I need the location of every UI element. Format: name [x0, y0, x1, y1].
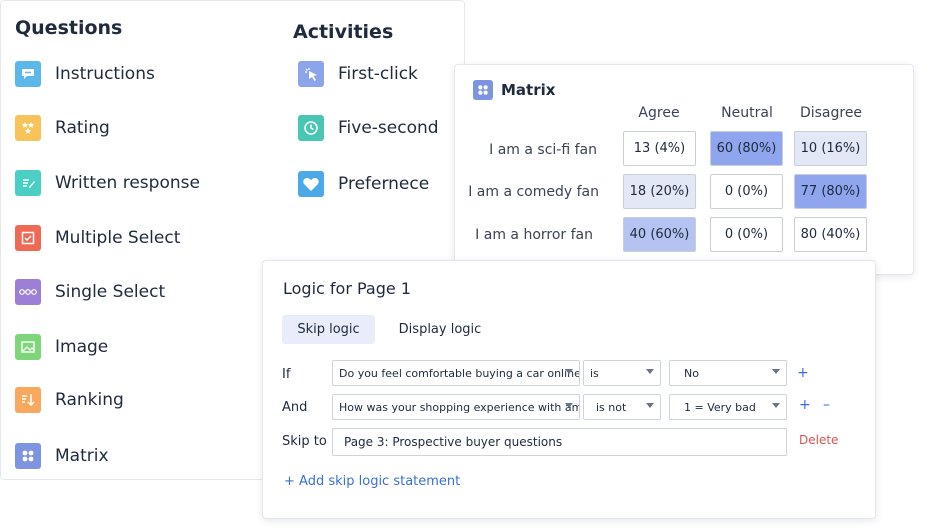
operator-select-value: is not	[596, 400, 627, 414]
matrix-title: Matrix	[501, 81, 556, 99]
answer-select[interactable]: 1 = Very bad	[669, 394, 787, 420]
chevron-down-icon	[772, 369, 780, 374]
matrix-cell: 13 (4%)	[623, 131, 696, 166]
tab-display-logic[interactable]: Display logic	[387, 315, 493, 344]
image-icon	[15, 334, 41, 360]
grid-icon	[473, 80, 493, 100]
matrix-cell: 0 (0%)	[710, 217, 783, 252]
question-type-label: Matrix	[55, 446, 109, 466]
heart-icon	[298, 171, 324, 197]
operator-select[interactable]: is not	[583, 394, 661, 420]
question-type-ranking[interactable]: Ranking	[15, 387, 124, 413]
cursor-click-icon	[298, 61, 324, 87]
question-type-label: Ranking	[55, 390, 124, 410]
skip-to-label: Skip to	[282, 434, 327, 449]
add-condition-button[interactable]: +	[799, 397, 811, 413]
activity-five-second[interactable]: Five-second	[298, 115, 439, 141]
operator-select-value: is	[590, 366, 599, 380]
matrix-column-header: Disagree	[799, 105, 863, 121]
question-type-single-select[interactable]: Single Select	[15, 279, 165, 305]
grid-icon	[15, 443, 41, 469]
matrix-row-label: I am a sci-fi fan	[489, 142, 597, 158]
sort-down-icon	[15, 387, 41, 413]
question-type-label: Multiple Select	[55, 228, 181, 248]
condition-label: If	[282, 367, 291, 382]
matrix-results-card: Matrix Agree Neutral Disagree I am a sci…	[454, 64, 914, 275]
question-type-label: Image	[55, 337, 109, 357]
matrix-cell: 80 (40%)	[794, 217, 867, 252]
chevron-down-icon	[565, 403, 573, 408]
add-condition-button[interactable]: +	[797, 365, 809, 381]
activity-preference[interactable]: Prefernece	[298, 171, 429, 197]
matrix-cell: 18 (20%)	[623, 174, 696, 209]
tab-skip-logic[interactable]: Skip logic	[282, 315, 375, 344]
chevron-down-icon	[565, 369, 573, 374]
activity-label: Prefernece	[338, 174, 430, 194]
answer-select[interactable]: No	[669, 360, 787, 386]
add-skip-logic-button[interactable]: + Add skip logic statement	[284, 474, 460, 489]
question-type-image[interactable]: Image	[15, 334, 108, 360]
question-type-instructions[interactable]: Instructions	[15, 61, 155, 87]
matrix-cell: 77 (80%)	[794, 174, 867, 209]
activity-label: First-click	[338, 64, 418, 84]
operator-select[interactable]: is	[583, 360, 661, 386]
question-type-multiple-select[interactable]: Multiple Select	[15, 225, 180, 251]
activities-heading: Activities	[293, 21, 394, 43]
matrix-header: Matrix	[473, 80, 555, 100]
skip-target-select[interactable]: Page 3: Prospective buyer questions	[332, 428, 787, 456]
star-icon	[15, 115, 41, 141]
question-type-label: Single Select	[55, 282, 166, 302]
pencil-icon	[15, 170, 41, 196]
matrix-row-label: I am a horror fan	[475, 227, 593, 243]
matrix-cell: 40 (60%)	[623, 217, 696, 252]
matrix-row-label: I am a comedy fan	[468, 184, 599, 200]
matrix-cell: 10 (16%)	[794, 131, 867, 166]
question-select-value: Do you feel comfortable buying a car onl…	[339, 366, 580, 380]
questions-heading: Questions	[15, 17, 123, 39]
chevron-down-icon	[646, 403, 654, 408]
question-type-label: Rating	[55, 118, 110, 138]
delete-button[interactable]: Delete	[799, 433, 838, 447]
activity-first-click[interactable]: First-click	[298, 61, 418, 87]
logic-panel: Logic for Page 1 Skip logic Display logi…	[262, 260, 876, 519]
matrix-cell: 60 (80%)	[710, 131, 783, 166]
chevron-down-icon	[772, 403, 780, 408]
question-select-value: How was your shopping experience with am	[339, 400, 580, 414]
condition-label: And	[282, 400, 308, 415]
matrix-column-header: Neutral	[721, 105, 773, 121]
checkbox-icon	[15, 225, 41, 251]
remove-condition-button[interactable]: –	[823, 397, 830, 413]
answer-select-value: No	[684, 366, 699, 380]
question-type-rating[interactable]: Rating	[15, 115, 110, 141]
question-type-label: Written response	[55, 173, 200, 193]
logic-title: Logic for Page 1	[283, 279, 411, 298]
activity-label: Five-second	[338, 118, 439, 138]
speech-bubble-icon	[15, 61, 41, 87]
question-select[interactable]: Do you feel comfortable buying a car onl…	[332, 360, 580, 386]
question-select[interactable]: How was your shopping experience with am	[332, 394, 580, 420]
matrix-column-header: Agree	[638, 105, 680, 121]
clock-icon	[298, 115, 324, 141]
chevron-down-icon	[646, 369, 654, 374]
question-type-label: Instructions	[55, 64, 155, 84]
matrix-cell: 0 (0%)	[710, 174, 783, 209]
question-type-matrix[interactable]: Matrix	[15, 443, 109, 469]
question-type-written-response[interactable]: Written response	[15, 170, 200, 196]
answer-select-value: 1 = Very bad	[684, 400, 756, 414]
radio-dots-icon	[15, 279, 41, 305]
